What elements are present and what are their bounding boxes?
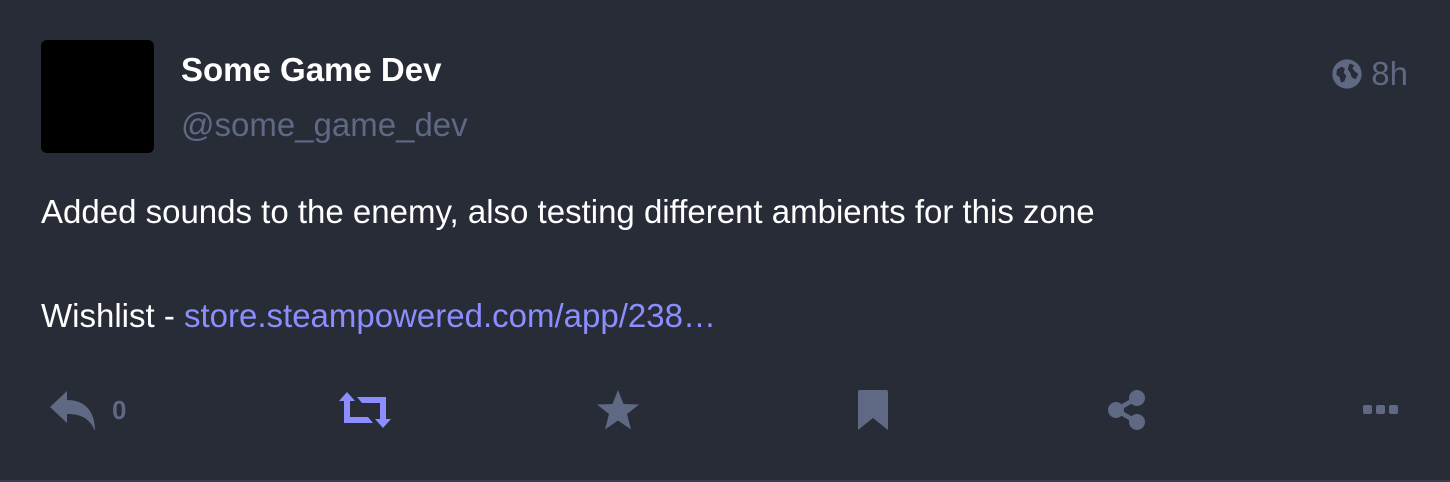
store-link[interactable]: store.steampowered.com/app/238… [184, 297, 716, 334]
timestamp: 8h [1371, 55, 1408, 92]
wishlist-label: Wishlist - [41, 297, 184, 334]
reply-count: 0 [112, 395, 127, 425]
display-name[interactable]: Some Game Dev [181, 51, 441, 89]
retweet-icon [339, 392, 391, 428]
status-content: Added sounds to the enemy, also testing … [41, 192, 1411, 336]
bookmark-icon [856, 389, 890, 431]
status-card[interactable]: Some Game Dev @some_game_dev 8h Added so… [0, 0, 1450, 482]
share-icon [1106, 389, 1148, 431]
action-bar: 0 [0, 385, 1450, 435]
bookmark-button[interactable] [856, 385, 890, 435]
content-line: Added sounds to the enemy, also testing … [41, 193, 1095, 230]
content-line: Wishlist - store.steampowered.com/app/23… [41, 296, 1411, 336]
favourite-button[interactable] [596, 385, 640, 435]
ellipsis-icon [1362, 403, 1400, 417]
globe-icon [1331, 58, 1363, 90]
account-handle[interactable]: @some_game_dev [181, 106, 468, 144]
status-meta[interactable]: 8h [1331, 55, 1408, 93]
reply-button[interactable]: 0 [48, 385, 126, 435]
reply-icon [48, 388, 98, 432]
more-button[interactable] [1362, 385, 1400, 435]
share-button[interactable] [1106, 385, 1148, 435]
boost-button[interactable] [339, 385, 391, 435]
star-icon [596, 389, 640, 431]
avatar[interactable] [41, 40, 154, 153]
